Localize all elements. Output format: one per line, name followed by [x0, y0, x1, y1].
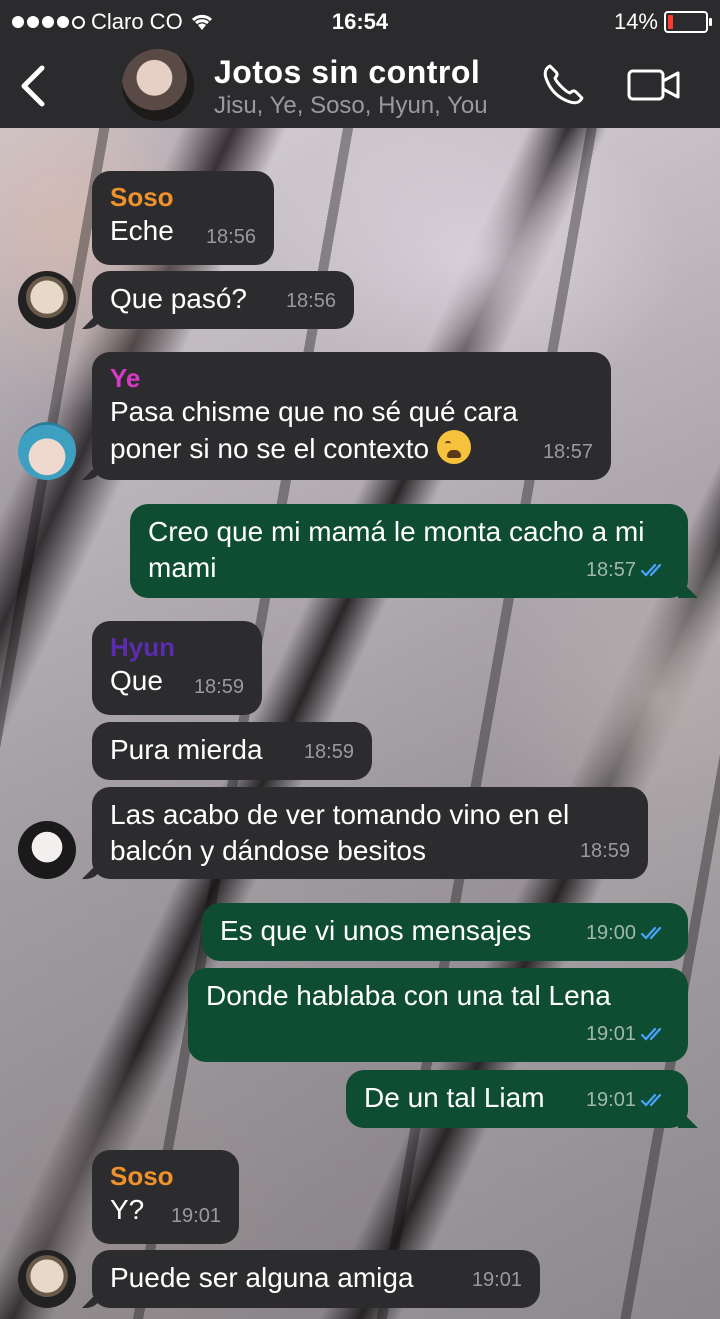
battery-percentage: 14%	[613, 9, 658, 34]
read-receipt-icon	[640, 926, 662, 940]
message-text: Y?	[110, 1194, 145, 1225]
message-bubble-incoming[interactable]: Soso Eche 18:56	[92, 171, 274, 265]
message-text: Eche	[110, 215, 174, 246]
message-text: Que pasó?	[110, 283, 247, 314]
chat-header: Jotos sin control Jisu, Ye, Soso, Hyun, …	[0, 44, 720, 128]
message-bubble-incoming[interactable]: Hyun Que 18:59	[92, 621, 262, 715]
message-text: Las acabo de ver tomando vino en el balc…	[110, 799, 570, 866]
message-bubble-outgoing[interactable]: Es que vi unos mensajes 19:00	[202, 903, 688, 961]
sender-name: Hyun	[110, 632, 175, 662]
message-time: 18:59	[303, 741, 354, 763]
message-time: 19:01	[585, 1089, 636, 1111]
message-list[interactable]: Soso Eche 18:56 Que pasó? 18:56 Ye Pasa …	[0, 128, 720, 1319]
battery-level-fill	[668, 15, 673, 29]
message-bubble-incoming[interactable]: Pura mierda 18:59	[92, 722, 372, 780]
read-receipt-icon	[640, 1027, 662, 1041]
message-bubble-incoming[interactable]: Que pasó? 18:56	[92, 271, 354, 329]
group-title[interactable]: Jotos sin control	[214, 54, 480, 91]
message-meta: 19:00	[586, 915, 670, 951]
sender-avatar[interactable]	[18, 422, 76, 480]
weary-face-emoji-icon	[436, 430, 471, 464]
message-bubble-incoming[interactable]: Las acabo de ver tomando vino en el balc…	[92, 787, 648, 879]
message-time: 18:59	[193, 676, 244, 698]
status-bar: Claro CO 16:54 14%	[0, 0, 720, 44]
message-time: 18:59	[579, 840, 630, 862]
message-text: Es que vi unos mensajes	[220, 915, 532, 946]
message-time: 18:56	[205, 226, 256, 248]
message-bubble-outgoing[interactable]: Creo que mi mamá le monta cacho a mi mam…	[130, 504, 688, 598]
message-bubble-outgoing[interactable]: Donde hablaba con una tal Lena 19:01	[188, 968, 688, 1062]
message-time: 18:57	[542, 441, 593, 463]
battery-icon	[664, 11, 712, 33]
back-chevron-icon[interactable]	[18, 64, 48, 108]
message-bubble-outgoing[interactable]: De un tal Liam 19:01	[346, 1070, 688, 1128]
message-meta: 19:01	[586, 1016, 670, 1052]
group-avatar[interactable]	[122, 49, 194, 121]
sender-avatar[interactable]	[18, 821, 76, 879]
clock: 16:54	[331, 9, 389, 34]
message-text: Pura mierda	[110, 734, 263, 765]
message-text: De un tal Liam	[364, 1082, 545, 1113]
message-text: Que	[110, 665, 163, 696]
phone-icon[interactable]	[540, 62, 586, 108]
read-receipt-icon	[640, 563, 662, 577]
message-time: 18:56	[285, 290, 336, 312]
message-bubble-incoming[interactable]: Soso Y? 19:01	[92, 1150, 239, 1244]
message-time: 19:01	[585, 1023, 636, 1045]
sender-name: Soso	[110, 182, 174, 212]
message-time: 18:57	[585, 559, 636, 581]
message-meta: 18:57	[586, 552, 670, 588]
message-meta: 19:01	[586, 1082, 670, 1118]
message-text: Pasa chisme que no sé qué cara poner si …	[110, 396, 518, 464]
battery-area: 14%	[613, 9, 712, 35]
message-text: Puede ser alguna amiga	[110, 1262, 414, 1293]
video-camera-icon[interactable]	[626, 66, 682, 104]
message-bubble-incoming[interactable]: Ye Pasa chisme que no sé qué cara poner …	[92, 352, 611, 480]
sender-name: Soso	[110, 1161, 174, 1191]
group-members[interactable]: Jisu, Ye, Soso, Hyun, You	[214, 92, 488, 120]
read-receipt-icon	[640, 1093, 662, 1107]
sender-avatar[interactable]	[18, 271, 76, 329]
message-time: 19:00	[585, 922, 636, 944]
message-time: 19:01	[471, 1269, 522, 1291]
sender-avatar[interactable]	[18, 1250, 76, 1308]
sender-name: Ye	[110, 363, 141, 393]
message-bubble-incoming[interactable]: Puede ser alguna amiga 19:01	[92, 1250, 540, 1308]
message-time: 19:01	[170, 1205, 221, 1227]
message-text: Donde hablaba con una tal Lena	[206, 980, 611, 1011]
